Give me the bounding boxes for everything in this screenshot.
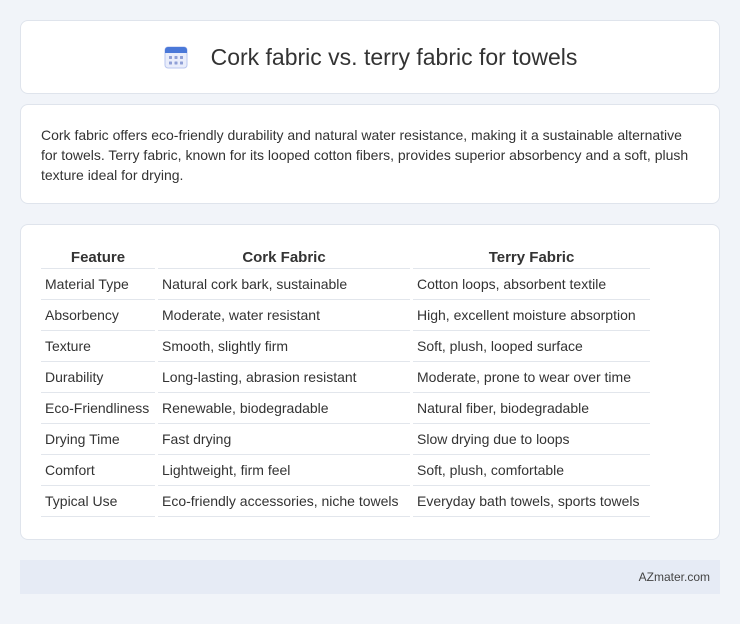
header-terry-fabric: Terry Fabric — [413, 245, 650, 269]
table-row: Drying Time Fast drying Slow drying due … — [41, 424, 650, 455]
table-cell: Moderate, prone to wear over time — [413, 362, 650, 393]
table-cell: Soft, plush, comfortable — [413, 455, 650, 486]
table-cell: High, excellent moisture absorption — [413, 300, 650, 331]
comparison-table-card: Feature Cork Fabric Terry Fabric Materia… — [20, 224, 720, 540]
table-cell: Natural fiber, biodegradable — [413, 393, 650, 424]
table-row: Durability Long-lasting, abrasion resist… — [41, 362, 650, 393]
table-cell: Eco-Friendliness — [41, 393, 155, 424]
table-cell: Lightweight, firm feel — [158, 455, 410, 486]
table-row: Texture Smooth, slightly firm Soft, plus… — [41, 331, 650, 362]
table-row: Material Type Natural cork bark, sustain… — [41, 269, 650, 300]
table-cell: Everyday bath towels, sports towels — [413, 486, 650, 517]
table-cell: Material Type — [41, 269, 155, 300]
table-row: Eco-Friendliness Renewable, biodegradabl… — [41, 393, 650, 424]
header-feature: Feature — [41, 245, 155, 269]
table-cell: Texture — [41, 331, 155, 362]
table-cell: Smooth, slightly firm — [158, 331, 410, 362]
footer-site-link[interactable]: AZmater.com — [639, 570, 710, 584]
table-cell: Typical Use — [41, 486, 155, 517]
footer-bar: AZmater.com — [20, 560, 720, 594]
table-header-row: Feature Cork Fabric Terry Fabric — [41, 245, 650, 269]
table-cell: Long-lasting, abrasion resistant — [158, 362, 410, 393]
table-cell: Durability — [41, 362, 155, 393]
table-row: Comfort Lightweight, firm feel Soft, plu… — [41, 455, 650, 486]
page-title: Cork fabric vs. terry fabric for towels — [210, 43, 578, 70]
table-cell: Cotton loops, absorbent textile — [413, 269, 650, 300]
table-cell: Natural cork bark, sustainable — [158, 269, 410, 300]
table-cell: Comfort — [41, 455, 155, 486]
table-cell: Moderate, water resistant — [158, 300, 410, 331]
comparison-table: Feature Cork Fabric Terry Fabric Materia… — [38, 245, 653, 517]
table-cell: Fast drying — [158, 424, 410, 455]
table-row: Typical Use Eco-friendly accessories, ni… — [41, 486, 650, 517]
intro-paragraph: Cork fabric offers eco-friendly durabili… — [41, 127, 689, 183]
intro-card: Cork fabric offers eco-friendly durabili… — [20, 104, 720, 204]
table-cell: Soft, plush, looped surface — [413, 331, 650, 362]
table-cell: Slow drying due to loops — [413, 424, 650, 455]
table-cell: Renewable, biodegradable — [158, 393, 410, 424]
title-card: Cork fabric vs. terry fabric for towels — [20, 20, 720, 94]
table-cell: Absorbency — [41, 300, 155, 331]
header-cork-fabric: Cork Fabric — [158, 245, 410, 269]
calendar-icon — [163, 44, 189, 70]
table-cell: Drying Time — [41, 424, 155, 455]
table-row: Absorbency Moderate, water resistant Hig… — [41, 300, 650, 331]
table-cell: Eco-friendly accessories, niche towels — [158, 486, 410, 517]
